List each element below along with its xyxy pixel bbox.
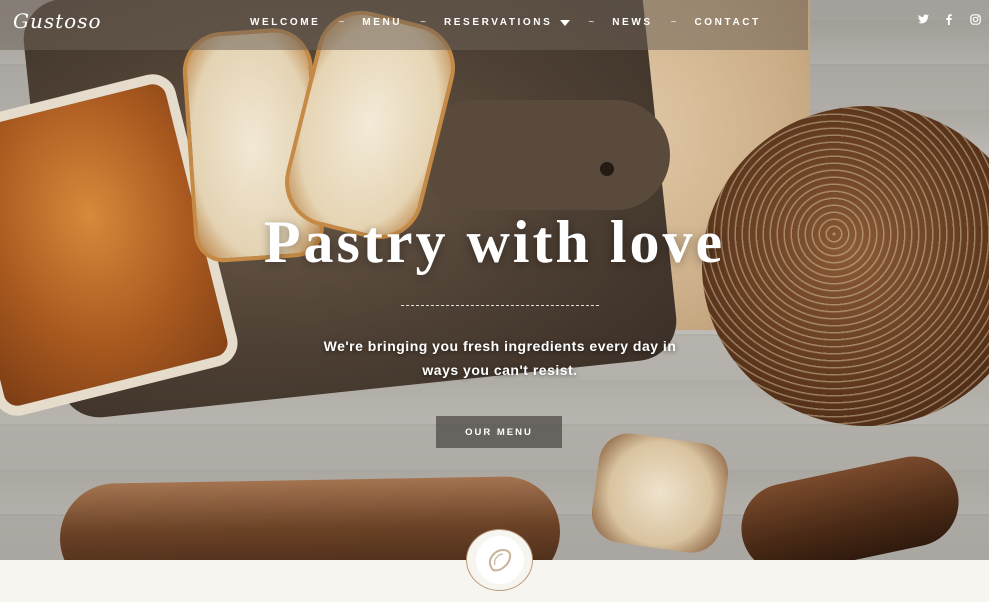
badge-inner — [475, 536, 524, 584]
hero-divider — [401, 305, 599, 306]
hero-content: Pastry with love We're bringing you fres… — [0, 0, 989, 560]
section-badge — [466, 529, 533, 591]
our-menu-button[interactable]: OUR MENU — [436, 416, 562, 448]
hero-subtitle: We're bringing you fresh ingredients eve… — [323, 338, 677, 378]
lemon-icon — [488, 548, 511, 572]
hero-title: Pastry with love — [263, 209, 726, 275]
